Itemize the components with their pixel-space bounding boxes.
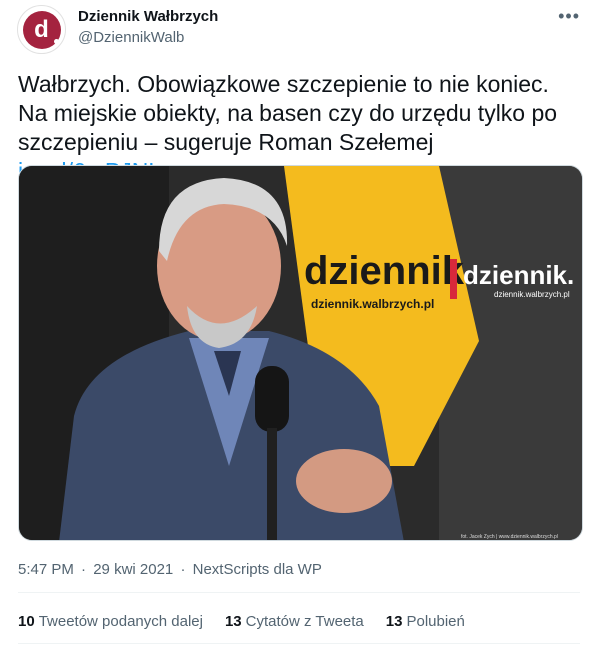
logo-url: dziennik.walbrzych.pl (494, 290, 570, 299)
likes-count: 13 (385, 613, 403, 630)
tweet-stats: 10 Tweetów podanych dalej 13 Cytatów z Twe… (18, 613, 465, 630)
more-horizontal-icon[interactable]: ••• (558, 6, 580, 27)
tweet-meta: 5:47 PM · 29 kwi 2021 · NextScripts dla … (18, 561, 325, 578)
likes-stat[interactable]: 13 Polubień (386, 613, 465, 630)
tweet-source[interactable]: NextScripts dla WP (193, 561, 322, 578)
tweet-date[interactable]: 29 kwi 2021 (93, 561, 173, 578)
retweets-stat[interactable]: 10 Tweetów podanych dalej (18, 613, 203, 630)
sign-text: dziennik. (304, 249, 475, 293)
avatar-logo: d (22, 10, 61, 49)
meta-separator: · (81, 561, 87, 578)
sign-url: dziennik.walbrzych.pl (311, 297, 434, 311)
logo-text: dziennik. (463, 260, 574, 290)
account-handle[interactable]: @DziennikWalb (78, 29, 184, 46)
retweets-count: 10 (18, 613, 35, 630)
quotes-stat[interactable]: 13 Cytatów z Tweeta (225, 613, 364, 630)
hand (296, 449, 392, 513)
likes-label: Polubień (406, 613, 465, 630)
account-name[interactable]: Dziennik Wałbrzych (78, 8, 218, 25)
logo-bar (450, 259, 457, 299)
microphone-head (255, 366, 289, 432)
avatar-dot (53, 38, 59, 44)
photo-credit: fot. Jacek Zych | www.dziennik.walbrzych… (461, 534, 558, 540)
avatar[interactable]: d (17, 5, 66, 54)
avatar-letter: d (34, 15, 49, 43)
quotes-count: 13 (224, 613, 242, 630)
divider-top (18, 592, 580, 593)
microphone-stand (267, 428, 277, 540)
divider-bottom (18, 643, 580, 644)
tweet-body: Wałbrzych. Obowiązkowe szczepienie to ni… (18, 71, 558, 155)
tweet-time[interactable]: 5:47 PM (18, 561, 74, 578)
photo-illustration: dziennik. dziennik.walbrzych.pl dziennik… (19, 166, 582, 540)
quotes-label: Cytatów z Tweeta (245, 613, 364, 630)
meta-separator-2: · (180, 561, 186, 578)
retweets-label: Tweetów podanych dalej (38, 613, 203, 630)
tweet-photo[interactable]: dziennik. dziennik.walbrzych.pl dziennik… (18, 165, 583, 541)
